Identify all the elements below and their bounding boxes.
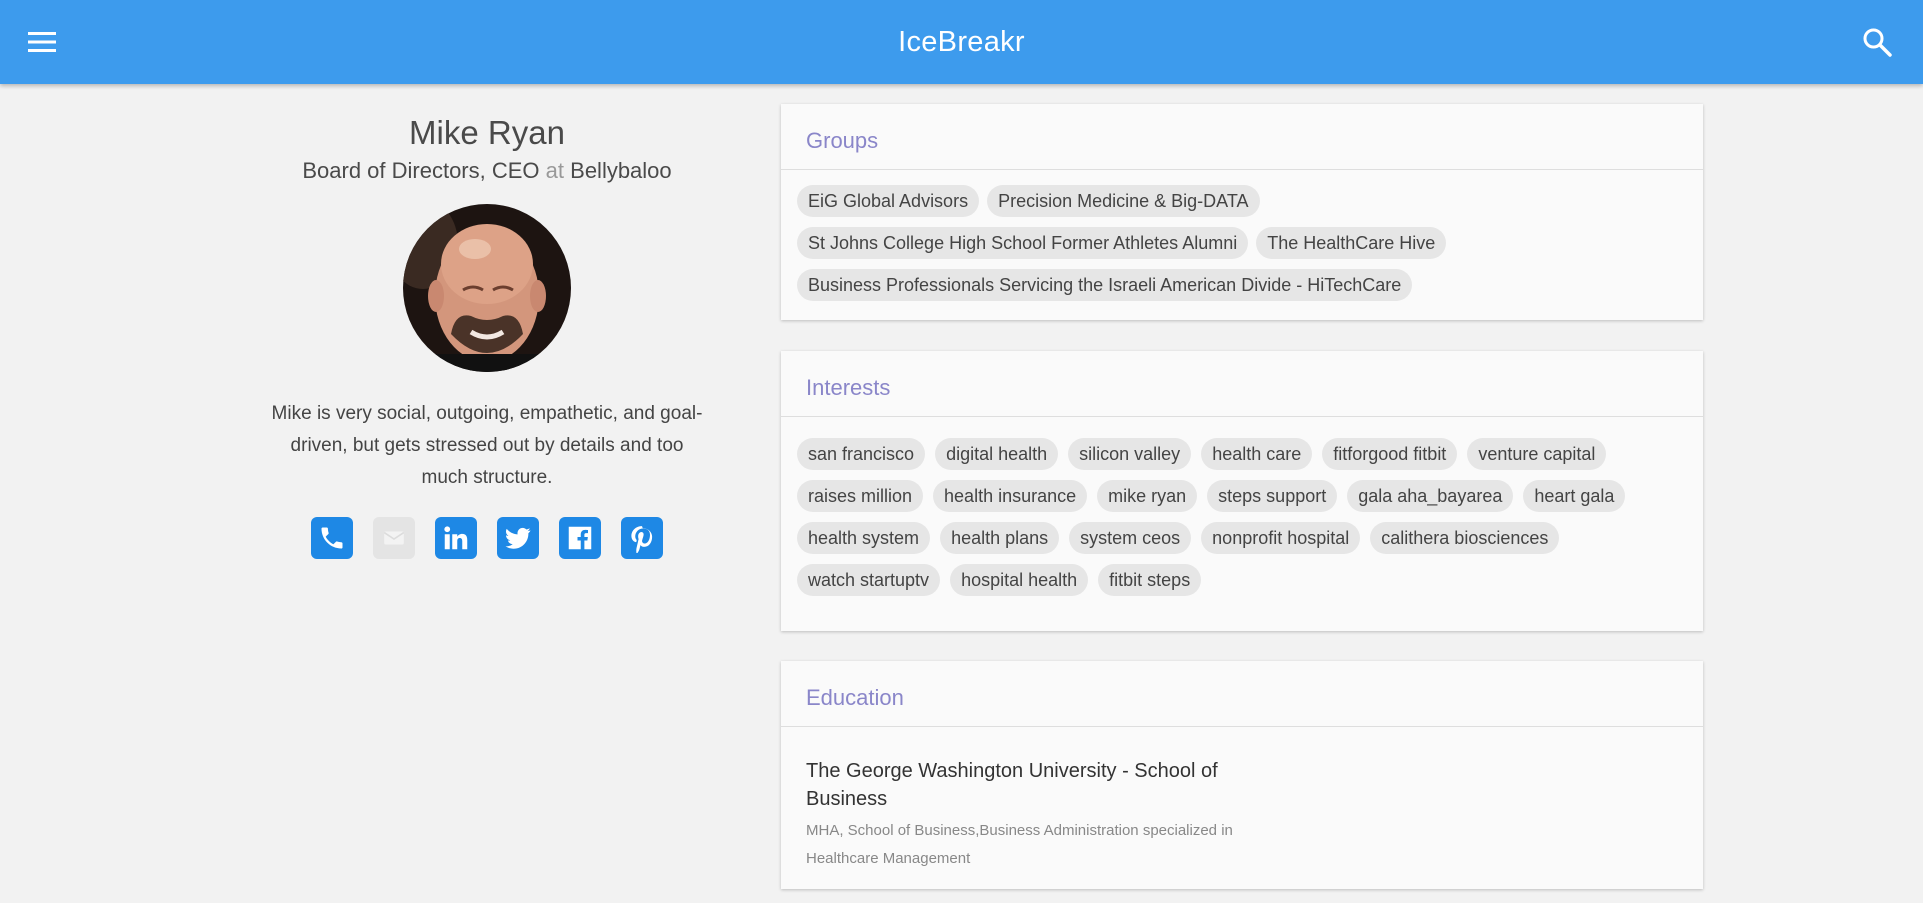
interest-chip[interactable]: health plans xyxy=(940,522,1060,554)
interest-chip[interactable]: watch startuptv xyxy=(797,564,941,596)
interests-chip-list: san francisco digital health silicon valle… xyxy=(781,417,1703,604)
facebook-icon[interactable] xyxy=(559,517,601,559)
avatar xyxy=(403,204,571,372)
group-chip[interactable]: Business Professionals Servicing the Isr… xyxy=(797,269,1413,301)
profile-bio: Mike is very social, outgoing, empatheti… xyxy=(271,403,703,488)
profile-company: Bellybaloo xyxy=(570,158,672,183)
education-card: Education The George Washington Universi… xyxy=(781,661,1703,889)
education-degree: MHA, School of Business,Business Adminis… xyxy=(806,822,1233,867)
linkedin-icon[interactable] xyxy=(435,517,477,559)
search-icon[interactable] xyxy=(1861,26,1893,58)
education-entry: The George Washington University - Schoo… xyxy=(781,727,1261,903)
interest-chip[interactable]: hospital health xyxy=(950,564,1089,596)
interests-title: Interests xyxy=(781,351,1703,417)
interest-chip[interactable]: nonprofit hospital xyxy=(1201,522,1361,554)
interest-chip[interactable]: fitforgood fitbit xyxy=(1322,438,1458,470)
at-word: at xyxy=(545,158,565,183)
interest-chip[interactable]: silicon valley xyxy=(1068,438,1192,470)
group-chip[interactable]: The HealthCare Hive xyxy=(1256,227,1447,259)
interest-chip[interactable]: heart gala xyxy=(1523,480,1626,512)
interest-chip[interactable]: raises million xyxy=(797,480,924,512)
interest-chip[interactable]: san francisco xyxy=(797,438,926,470)
profile-title: Board of Directors, CEO xyxy=(302,158,540,183)
interests-card: Interests san francisco digital health sil… xyxy=(781,351,1703,631)
app-title: IceBreakr xyxy=(898,26,1025,58)
interest-chip[interactable]: steps support xyxy=(1207,480,1338,512)
groups-card: Groups EiG Global Advisors Precision Medi… xyxy=(781,104,1703,320)
phone-icon[interactable] xyxy=(311,517,353,559)
group-chip[interactable]: EiG Global Advisors xyxy=(797,185,980,217)
profile-panel: Mike Ryan Board of Directors, CEO at Bel… xyxy=(257,84,717,559)
app-bar: IceBreakr xyxy=(0,0,1923,84)
interest-chip[interactable]: gala aha_bayarea xyxy=(1347,480,1514,512)
groups-title: Groups xyxy=(781,104,1703,170)
interest-chip[interactable]: venture capital xyxy=(1467,438,1607,470)
group-chip[interactable]: Precision Medicine & Big-DATA xyxy=(987,185,1260,217)
interest-chip[interactable]: health system xyxy=(797,522,931,554)
interest-chip[interactable]: health insurance xyxy=(933,480,1088,512)
education-title: Education xyxy=(781,661,1703,727)
profile-role-line: Board of Directors, CEO at Bellybaloo xyxy=(257,158,717,184)
profile-name: Mike Ryan xyxy=(409,114,565,151)
twitter-icon[interactable] xyxy=(497,517,539,559)
email-icon xyxy=(373,517,415,559)
groups-chip-list: EiG Global Advisors Precision Medicine & … xyxy=(781,170,1703,319)
interest-chip[interactable]: digital health xyxy=(935,438,1059,470)
pinterest-icon[interactable] xyxy=(621,517,663,559)
group-chip[interactable]: St Johns College High School Former Athl… xyxy=(797,227,1249,259)
education-school: The George Washington University - Schoo… xyxy=(806,760,1218,810)
interest-chip[interactable]: fitbit steps xyxy=(1098,564,1202,596)
interest-chip[interactable]: calithera biosciences xyxy=(1370,522,1560,554)
interest-chip[interactable]: health care xyxy=(1201,438,1313,470)
interest-chip[interactable]: system ceos xyxy=(1069,522,1192,554)
interest-chip[interactable]: mike ryan xyxy=(1097,480,1198,512)
social-links xyxy=(257,517,717,559)
